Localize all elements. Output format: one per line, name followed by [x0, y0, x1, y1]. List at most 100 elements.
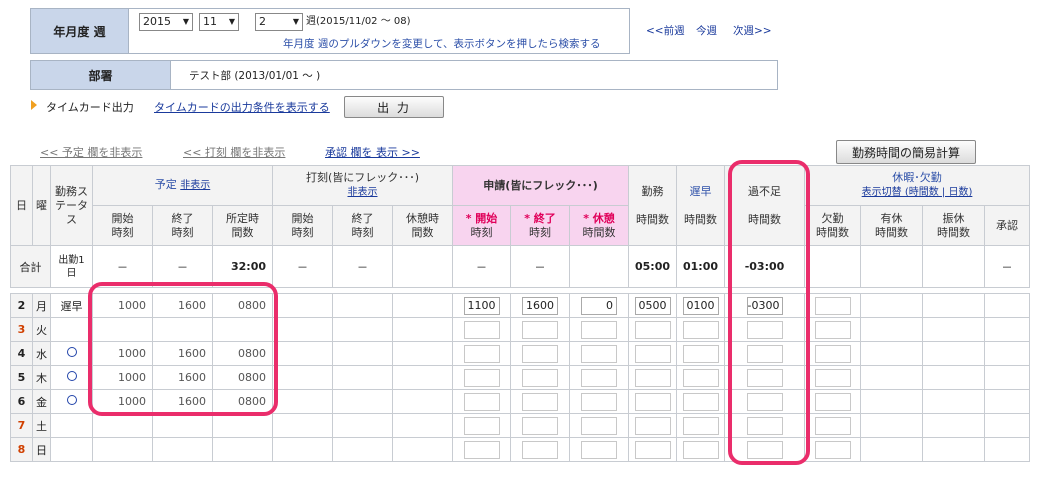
col-dow: 曜 [32, 165, 51, 246]
entry-field[interactable] [522, 416, 558, 435]
row-absent [804, 389, 861, 414]
entry-field[interactable]: 0 [581, 296, 617, 315]
entry-field[interactable] [634, 320, 671, 339]
row-absent [804, 413, 861, 438]
group-apply: 申請(皆にフレック･･･) [452, 165, 629, 206]
entry-field[interactable] [581, 392, 617, 411]
row-late [676, 341, 725, 366]
row-absent [804, 293, 861, 318]
entry-field[interactable] [682, 344, 719, 363]
entry-field[interactable]: 1100 [463, 296, 500, 315]
row-apply-rest [569, 389, 629, 414]
row-late: 0100 [676, 293, 725, 318]
row-status [50, 437, 93, 462]
entry-field[interactable] [463, 392, 500, 411]
row-late [676, 437, 725, 462]
entry-field[interactable]: 0100 [682, 296, 719, 315]
entry-field[interactable] [634, 440, 671, 459]
row-sub [922, 365, 985, 390]
entry-field[interactable] [581, 440, 617, 459]
year-select[interactable]: 2015 ▼ [139, 13, 193, 31]
hide-plan-link[interactable]: << 予定 欄を非表示 [40, 144, 142, 160]
entry-field[interactable] [634, 368, 671, 387]
entry-field[interactable] [814, 416, 851, 435]
entry-field[interactable] [463, 440, 500, 459]
month-select[interactable]: 11 ▼ [199, 13, 239, 31]
entry-field[interactable] [463, 368, 500, 387]
circle-icon [66, 395, 77, 405]
row-apply-rest [569, 365, 629, 390]
row-work [628, 341, 677, 366]
totals-work: 05:00 [628, 245, 677, 288]
entry-field[interactable] [581, 416, 617, 435]
h-stamp-rest: 休憩時間数 [392, 205, 453, 246]
entry-field[interactable] [522, 368, 558, 387]
leave-toggle-link[interactable]: 表示切替 (時間数 | 日数) [862, 187, 973, 198]
circle-icon [66, 347, 77, 357]
entry-field[interactable] [463, 416, 500, 435]
entry-field[interactable] [814, 392, 851, 411]
row-sub [922, 389, 985, 414]
row-apply-rest [569, 341, 629, 366]
prev-week-link[interactable]: <<前週 [646, 23, 685, 38]
entry-field[interactable] [463, 344, 500, 363]
simple-calc-button[interactable]: 勤務時間の簡易計算 [836, 140, 976, 164]
period-box: 年月度 週 2015 ▼ 11 ▼ 2 ▼ 週(2015/11/02 ～ 08) 年月… [30, 8, 630, 54]
next-week-link[interactable]: 次週>> [733, 23, 772, 38]
row-plan-start [92, 413, 153, 438]
entry-field[interactable] [634, 416, 671, 435]
entry-field[interactable] [814, 440, 851, 459]
row-day: 6 [10, 389, 33, 414]
row-day: 7 [10, 413, 33, 438]
entry-field[interactable]: 0500 [634, 296, 671, 315]
entry-field[interactable] [522, 392, 558, 411]
row-apply-start [452, 317, 511, 342]
row-stamp-rest [392, 413, 453, 438]
row-sub [922, 413, 985, 438]
entry-field[interactable] [581, 320, 617, 339]
row-absent [804, 341, 861, 366]
row-apply-end: 1600 [510, 293, 570, 318]
entry-field[interactable] [682, 368, 719, 387]
table-row: 7土 [10, 413, 1030, 438]
entry-field[interactable] [682, 320, 719, 339]
week-select[interactable]: 2 ▼ [255, 13, 303, 31]
row-apply-rest [569, 413, 629, 438]
row-apply-start [452, 389, 511, 414]
stamp-hide-link[interactable]: 非表示 [348, 187, 378, 198]
this-week-link[interactable]: 今週 [696, 23, 717, 38]
timecard-conditions-link[interactable]: タイムカードの出力条件を表示する [154, 99, 330, 115]
entry-field[interactable] [682, 440, 719, 459]
entry-field[interactable] [634, 392, 671, 411]
row-dow: 火 [32, 317, 51, 342]
plan-hide-link[interactable]: 非表示 [180, 180, 210, 191]
entry-field[interactable] [814, 344, 851, 363]
entry-field[interactable] [522, 320, 558, 339]
department-box: 部署 テスト部 (2013/01/01 ～ ) [30, 60, 778, 90]
entry-field[interactable] [581, 344, 617, 363]
row-late [676, 413, 725, 438]
hide-stamp-link[interactable]: << 打刻 欄を非表示 [183, 144, 285, 160]
entry-field[interactable] [634, 344, 671, 363]
row-apply-rest [569, 317, 629, 342]
row-stamp-rest [392, 341, 453, 366]
entry-field[interactable] [522, 440, 558, 459]
entry-field[interactable] [682, 392, 719, 411]
entry-field[interactable] [682, 416, 719, 435]
show-approve-link[interactable]: 承認 欄を 表示 >> [325, 144, 420, 160]
row-apply-start [452, 365, 511, 390]
row-apply-end [510, 365, 570, 390]
entry-field[interactable] [581, 368, 617, 387]
entry-field[interactable] [814, 296, 851, 315]
entry-field[interactable] [463, 320, 500, 339]
entry-field[interactable] [814, 368, 851, 387]
output-button[interactable]: 出 力 [344, 96, 444, 118]
row-day: 8 [10, 437, 33, 462]
row-dow: 木 [32, 365, 51, 390]
highlight-plan-box [88, 282, 278, 416]
entry-field[interactable]: 1600 [522, 296, 558, 315]
entry-field[interactable] [522, 344, 558, 363]
circle-icon [66, 371, 77, 381]
entry-field[interactable] [814, 320, 851, 339]
row-status [50, 389, 93, 414]
